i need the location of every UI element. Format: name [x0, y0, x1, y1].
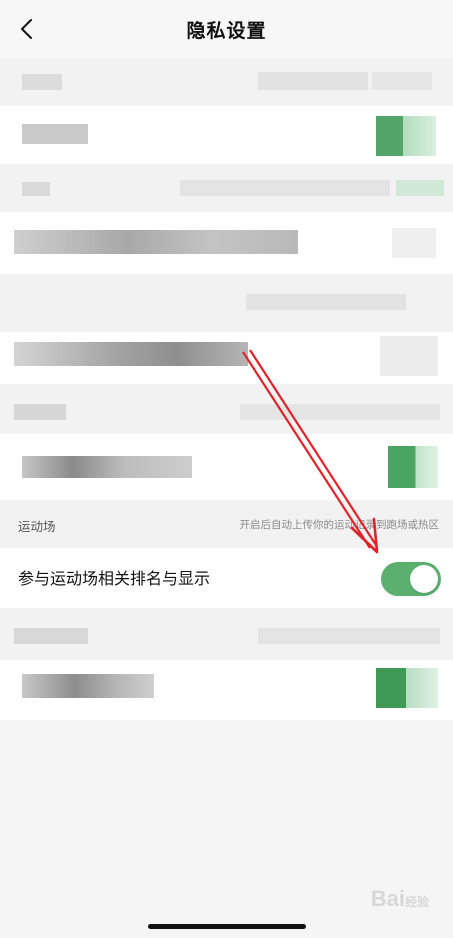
- blurred-setting-row[interactable]: [0, 434, 453, 500]
- blurred-section-header: [0, 608, 453, 660]
- section-hint: 开启后自动上传你的运动记录到跑场或热区: [239, 519, 440, 531]
- blurred-section-header: [0, 384, 453, 434]
- blurred-toggle-icon[interactable]: [376, 668, 438, 708]
- sports-ground-section-header: 运动场 开启后自动上传你的运动记录到跑场或热区: [0, 500, 453, 548]
- blurred-setting-row[interactable]: [0, 660, 453, 720]
- blurred-toggle-icon[interactable]: [376, 116, 436, 156]
- watermark-logo: Bai经验: [370, 886, 429, 911]
- sports-ground-ranking-toggle[interactable]: [381, 562, 441, 596]
- page-title: 隐私设置: [186, 20, 267, 42]
- section-label: 运动场: [18, 519, 56, 534]
- blurred-setting-row[interactable]: [0, 332, 453, 384]
- home-indicator[interactable]: [148, 924, 306, 929]
- sports-ground-ranking-row[interactable]: 参与运动场相关排名与显示: [0, 548, 453, 608]
- blurred-section-header: [0, 58, 453, 106]
- blurred-section-header: [0, 164, 453, 212]
- navigation-bar: 隐私设置: [0, 0, 453, 58]
- blurred-section-header: [0, 274, 453, 332]
- row-label: 参与运动场相关排名与显示: [18, 569, 211, 588]
- toggle-knob: [410, 565, 438, 593]
- blurred-setting-row[interactable]: [0, 212, 453, 274]
- blurred-setting-row[interactable]: [0, 106, 453, 164]
- blurred-toggle-icon[interactable]: [388, 446, 438, 488]
